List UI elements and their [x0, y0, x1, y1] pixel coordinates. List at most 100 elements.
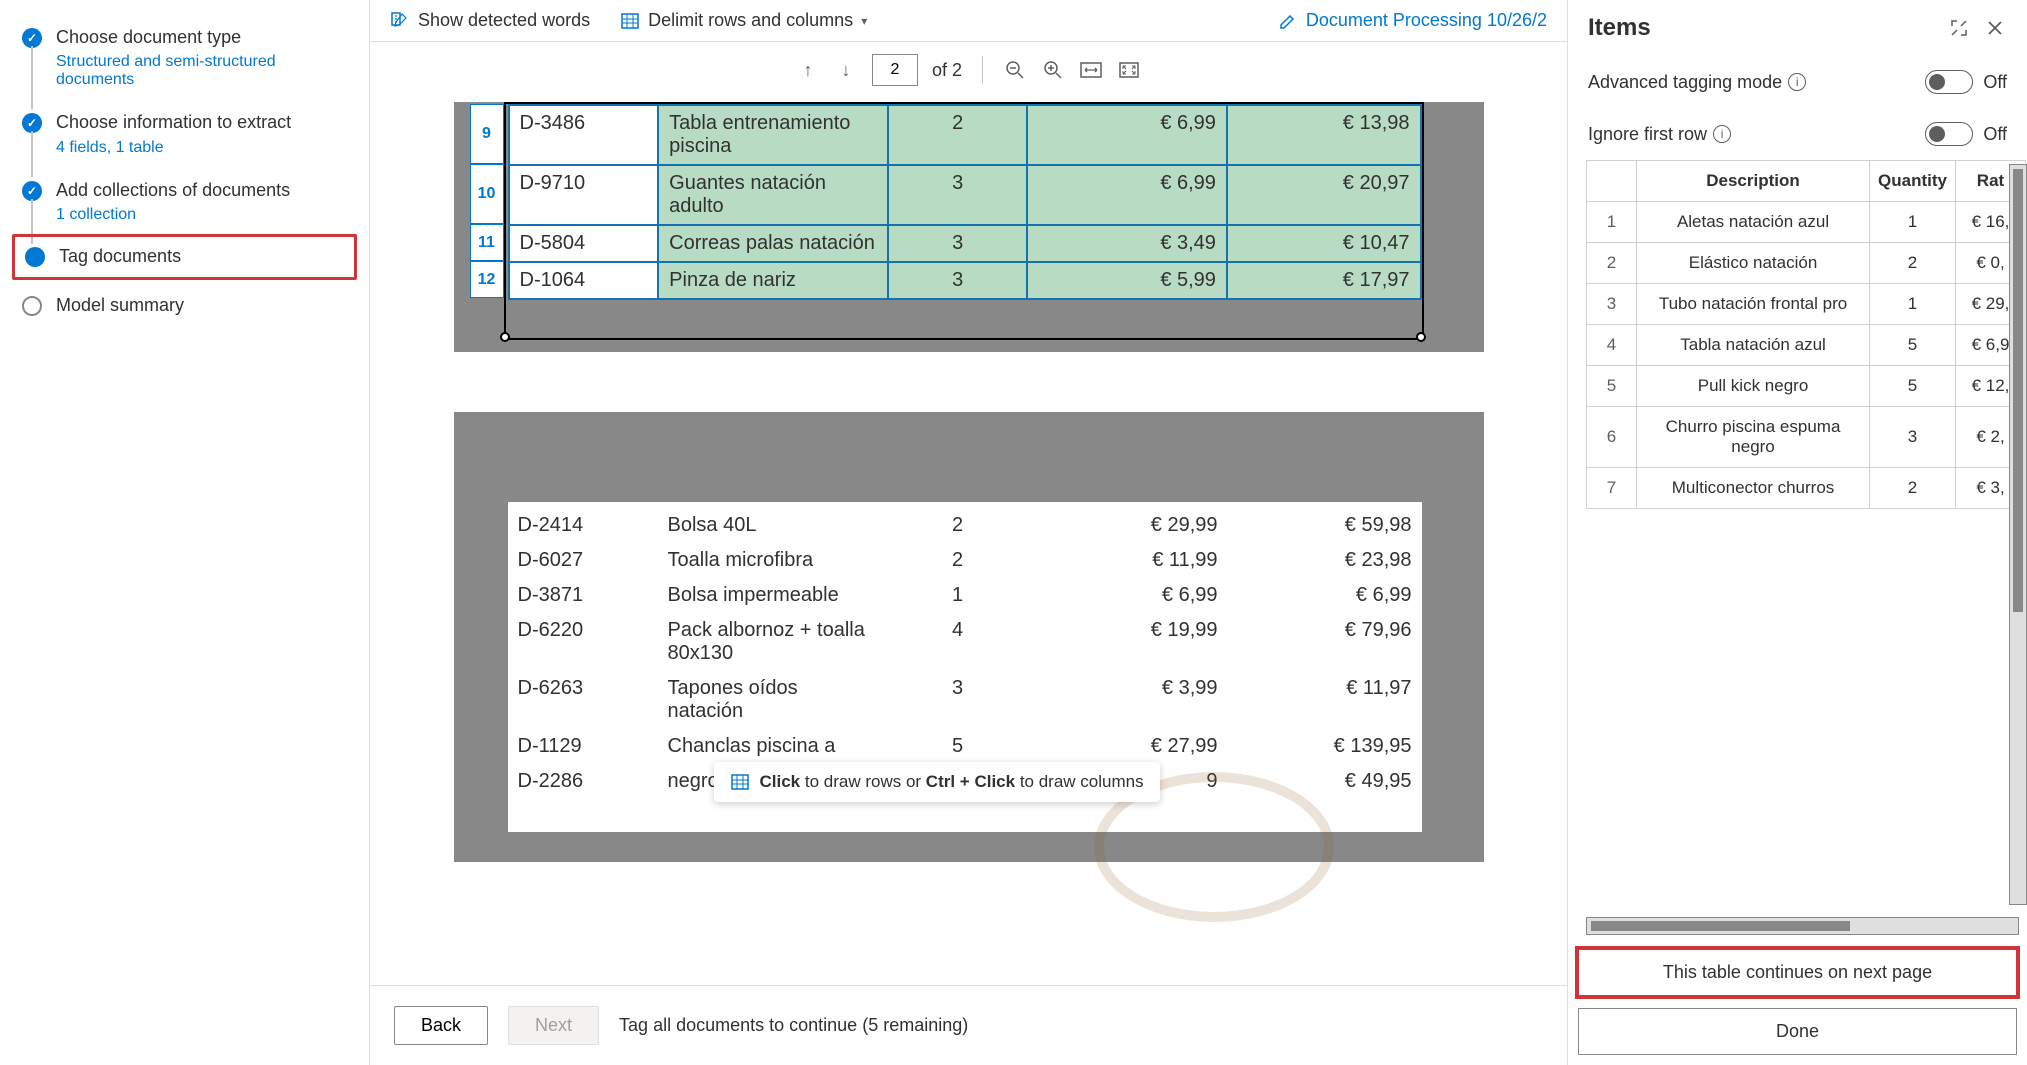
table-cell[interactable]: D-6220 [508, 613, 658, 671]
back-button[interactable]: Back [394, 1006, 488, 1045]
table-cell[interactable]: 2 [888, 508, 1028, 543]
table-cell[interactable]: € 20,97 [1227, 165, 1421, 225]
grid-cell[interactable]: Tabla natación azul [1637, 325, 1870, 366]
step-choose-doc-type[interactable]: Choose document type Structured and semi… [12, 20, 357, 105]
show-detected-words-button[interactable]: Show detected words [390, 10, 590, 31]
table-cell[interactable]: € 27,99 [1028, 729, 1228, 764]
table-cell[interactable]: Bolsa impermeable [658, 578, 888, 613]
table-row[interactable]: 3Tubo natación frontal pro1€ 29, [1587, 284, 2026, 325]
table-cell[interactable]: 3 [888, 225, 1028, 262]
table-cell[interactable]: 3 [888, 262, 1028, 299]
table-cell[interactable]: € 19,99 [1028, 613, 1228, 671]
resize-handle-icon[interactable] [1416, 332, 1426, 342]
table-cell[interactable]: 1 [888, 578, 1028, 613]
grid-cell[interactable]: Elástico natación [1637, 243, 1870, 284]
table-row[interactable]: D-6027Toalla microfibra2€ 11,99€ 23,98 [508, 543, 1422, 578]
table-cell[interactable]: € 59,98 [1228, 508, 1422, 543]
grid-cell[interactable]: 5 [1870, 325, 1956, 366]
table-row[interactable]: 7Multiconector churros2€ 3, [1587, 468, 2026, 509]
table-row[interactable]: D-2414Bolsa 40L2€ 29,99€ 59,98 [508, 508, 1422, 543]
page-up-button[interactable]: ↑ [796, 58, 820, 82]
row-number-badge[interactable]: 10 [470, 164, 504, 224]
table-cell[interactable]: D-3871 [508, 578, 658, 613]
grid-cell[interactable]: Tubo natación frontal pro [1637, 284, 1870, 325]
document-name-button[interactable]: Document Processing 10/26/2 [1278, 10, 1547, 31]
table-row[interactable]: 6Churro piscina espuma negro3€ 2, [1587, 407, 2026, 468]
document-canvas[interactable]: D-3486Tabla entrenamiento piscina2€ 6,99… [370, 102, 1567, 985]
table-row[interactable]: D-6263Tapones oídos natación3€ 3,99€ 11,… [508, 671, 1422, 729]
table-cell[interactable]: 2 [888, 543, 1028, 578]
table-cell[interactable]: € 11,97 [1228, 671, 1422, 729]
table-cell[interactable]: 2 [888, 105, 1028, 165]
grid-cell[interactable]: Churro piscina espuma negro [1637, 407, 1870, 468]
resize-handle-icon[interactable] [500, 332, 510, 342]
ignore-first-row-toggle[interactable] [1925, 122, 1973, 146]
table-cell[interactable]: € 10,47 [1227, 225, 1421, 262]
table-row[interactable]: D-6220Pack albornoz + toalla 80x1304€ 19… [508, 613, 1422, 671]
table-cell[interactable]: Correas palas natación [658, 225, 888, 262]
grid-cell[interactable]: 3 [1870, 407, 1956, 468]
table-row[interactable]: 1Aletas natación azul1€ 16, [1587, 202, 2026, 243]
grid-cell[interactable]: 5 [1870, 366, 1956, 407]
page-down-button[interactable]: ↓ [834, 58, 858, 82]
grid-cell[interactable]: Multiconector churros [1637, 468, 1870, 509]
table-cell[interactable]: € 13,98 [1227, 105, 1421, 165]
grid-cell[interactable]: 1 [1870, 202, 1956, 243]
items-grid[interactable]: Description Quantity Rat 1Aletas natació… [1586, 160, 2026, 509]
table-row[interactable]: D-5804Correas palas natación3€ 3,49€ 10,… [509, 225, 1421, 262]
advanced-tagging-toggle[interactable] [1925, 70, 1973, 94]
fit-width-button[interactable] [1079, 58, 1103, 82]
table-row[interactable]: 4Tabla natación azul5€ 6,9 [1587, 325, 2026, 366]
grid-cell[interactable]: Aletas natación azul [1637, 202, 1870, 243]
table-cell[interactable]: 4 [888, 613, 1028, 671]
table-cell[interactable]: € 6,99 [1228, 578, 1422, 613]
scrollbar-thumb[interactable] [2013, 169, 2023, 612]
table-cell[interactable]: 3 [888, 671, 1028, 729]
zoom-in-button[interactable] [1041, 58, 1065, 82]
table-cell[interactable]: € 79,96 [1228, 613, 1422, 671]
fit-page-button[interactable] [1117, 58, 1141, 82]
table-cell[interactable]: Chanclas piscina a [658, 729, 888, 764]
step-choose-info[interactable]: Choose information to extract 4 fields, … [12, 105, 357, 172]
grid-cell[interactable]: Pull kick negro [1637, 366, 1870, 407]
table-row[interactable]: D-3486Tabla entrenamiento piscina2€ 6,99… [509, 105, 1421, 165]
info-icon[interactable]: i [1788, 73, 1806, 91]
delimit-rows-columns-button[interactable]: Delimit rows and columns ▾ [620, 10, 867, 31]
table-cell[interactable]: D-9710 [509, 165, 659, 225]
step-add-collections[interactable]: Add collections of documents 1 collectio… [12, 173, 357, 240]
table-cell[interactable]: € 6,99 [1027, 165, 1226, 225]
zoom-out-button[interactable] [1003, 58, 1027, 82]
table-cell[interactable]: Tabla entrenamiento piscina [658, 105, 888, 165]
untagged-table[interactable]: D-2414Bolsa 40L2€ 29,99€ 59,98D-6027Toal… [508, 508, 1422, 799]
col-quantity[interactable]: Quantity [1870, 161, 1956, 202]
table-cell[interactable]: € 23,98 [1228, 543, 1422, 578]
table-cell[interactable]: Tapones oídos natación [658, 671, 888, 729]
table-row[interactable]: D-1064Pinza de nariz3€ 5,99€ 17,97 [509, 262, 1421, 299]
horizontal-scrollbar[interactable] [1586, 917, 2019, 935]
document-page-2[interactable]: D-2414Bolsa 40L2€ 29,99€ 59,98D-6027Toal… [454, 412, 1484, 862]
table-row[interactable]: D-3871Bolsa impermeable1€ 6,99€ 6,99 [508, 578, 1422, 613]
table-row[interactable]: 5Pull kick negro5€ 12, [1587, 366, 2026, 407]
table-cell[interactable]: € 11,99 [1028, 543, 1228, 578]
table-cell[interactable]: 5 [888, 729, 1028, 764]
step-tag-documents[interactable]: Tag documents [12, 234, 357, 279]
table-continues-button[interactable]: This table continues on next page [1578, 949, 2017, 996]
table-cell[interactable]: Guantes natación adulto [658, 165, 888, 225]
table-cell[interactable]: D-1064 [509, 262, 659, 299]
table-cell[interactable]: € 29,99 [1028, 508, 1228, 543]
grid-cell[interactable]: 1 [1870, 284, 1956, 325]
done-button[interactable]: Done [1578, 1008, 2017, 1055]
table-cell[interactable]: D-5804 [509, 225, 659, 262]
vertical-scrollbar[interactable] [2009, 164, 2027, 905]
table-cell[interactable]: € 17,97 [1227, 262, 1421, 299]
table-cell[interactable]: € 6,99 [1027, 105, 1226, 165]
col-description[interactable]: Description [1637, 161, 1870, 202]
table-cell[interactable]: D-3486 [509, 105, 659, 165]
step-model-summary[interactable]: Model summary [12, 288, 357, 333]
table-row[interactable]: 2Elástico natación2€ 0, [1587, 243, 2026, 284]
close-icon[interactable] [1983, 16, 2007, 40]
tagged-table[interactable]: D-3486Tabla entrenamiento piscina2€ 6,99… [508, 104, 1422, 300]
table-cell[interactable]: D-2414 [508, 508, 658, 543]
table-cell[interactable]: € 5,99 [1027, 262, 1226, 299]
table-cell[interactable]: Bolsa 40L [658, 508, 888, 543]
